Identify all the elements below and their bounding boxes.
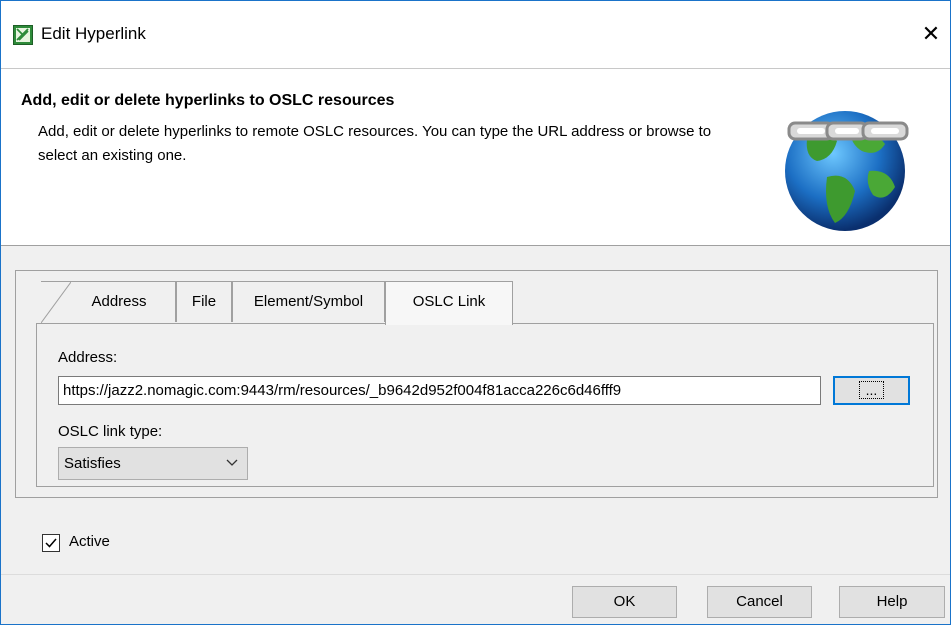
close-icon: ✕ — [921, 21, 941, 46]
title-bar: Edit Hyperlink ✕ — [1, 1, 950, 68]
tab-label: OSLC Link — [412, 293, 486, 310]
help-button[interactable]: Help — [839, 586, 945, 618]
checkmark-icon — [45, 538, 57, 548]
browse-button-label: ... — [858, 381, 885, 399]
header-title: Add, edit or delete hyperlinks to OSLC r… — [21, 92, 395, 109]
tab-address[interactable]: Address — [41, 281, 176, 323]
tab-element-symbol[interactable]: Element/Symbol — [232, 281, 385, 322]
active-checkbox[interactable] — [42, 534, 60, 552]
link-type-label: OSLC link type: — [58, 423, 163, 440]
ok-button[interactable]: OK — [572, 586, 677, 618]
browse-button[interactable]: ... — [833, 376, 910, 405]
tab-oslc-link[interactable]: OSLC Link — [385, 281, 513, 325]
address-label: Address: — [58, 349, 118, 366]
active-label: Active — [69, 533, 110, 550]
tab-label: Element/Symbol — [253, 293, 364, 310]
close-button[interactable]: ✕ — [916, 19, 946, 49]
chevron-down-icon — [225, 452, 239, 475]
tab-slant-decoration — [41, 282, 71, 323]
tab-label: File — [191, 293, 217, 310]
tab-file[interactable]: File — [176, 281, 232, 322]
dialog-header: Add, edit or delete hyperlinks to OSLC r… — [1, 68, 950, 246]
edit-hyperlink-dialog: Edit Hyperlink ✕ Add, edit or delete hyp… — [0, 0, 951, 625]
link-type-value: Satisfies — [64, 455, 121, 472]
cancel-button[interactable]: Cancel — [707, 586, 812, 618]
window-title: Edit Hyperlink — [41, 24, 146, 43]
edit-hyperlink-icon — [13, 25, 33, 45]
address-input[interactable]: https://jazz2.nomagic.com:9443/rm/resour… — [58, 376, 821, 405]
tab-label: Address — [91, 293, 147, 310]
link-type-select[interactable]: Satisfies — [58, 447, 248, 480]
header-description: Add, edit or delete hyperlinks to remote… — [38, 123, 712, 164]
globe-link-icon — [785, 111, 909, 231]
